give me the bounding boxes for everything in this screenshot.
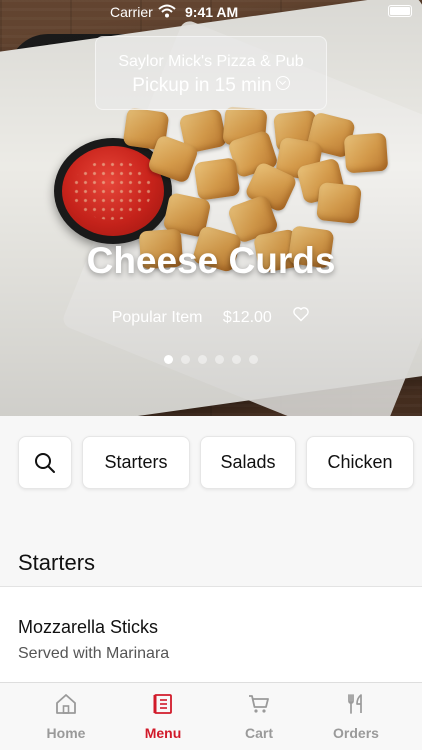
featured-title: Cheese Curds	[86, 240, 336, 281]
featured-price: $12.00	[222, 308, 272, 326]
category-chip-chicken[interactable]: Chicken	[306, 436, 414, 489]
category-chip-starters[interactable]: Starters	[82, 436, 190, 489]
search-button[interactable]	[18, 436, 72, 489]
carousel-dot[interactable]	[232, 355, 241, 364]
store-selector[interactable]: Saylor Mick's Pizza & Pub Pickup in 15 m…	[95, 36, 327, 110]
search-icon	[35, 452, 55, 473]
tab-bar: Home Menu Cart Orders	[0, 682, 422, 750]
status-bar: Carrier 9:41 AM	[0, 0, 422, 24]
featured-hero[interactable]: Carrier 9:41 AM Saylor Mick's Pizza & Pu…	[0, 0, 422, 416]
pickup-time[interactable]: Pickup in 15 min	[96, 75, 326, 97]
cart-icon	[249, 695, 269, 713]
wifi-icon	[158, 4, 176, 18]
popular-badge: Popular Item	[111, 308, 203, 326]
battery-icon	[388, 5, 412, 17]
heart-icon[interactable]	[292, 306, 310, 322]
carousel-dot[interactable]	[164, 355, 173, 364]
store-name: Saylor Mick's Pizza & Pub	[118, 53, 304, 70]
item-description: Served with Marinara	[18, 645, 170, 662]
tab-menu[interactable]: Menu	[115, 683, 211, 750]
home-icon	[56, 694, 76, 714]
featured-meta: Popular Item $12.00	[0, 306, 422, 327]
category-chip-salads[interactable]: Salads	[200, 436, 296, 489]
carousel-dot[interactable]	[249, 355, 258, 364]
list-item[interactable]: Mozzarella Sticks Served with Marinara	[0, 587, 422, 682]
clock: 9:41 AM	[185, 4, 239, 20]
carousel-dot[interactable]	[181, 355, 190, 364]
item-name: Mozzarella Sticks	[18, 617, 159, 637]
tab-orders[interactable]: Orders	[308, 683, 404, 750]
menu-icon	[153, 694, 172, 714]
carousel-dot[interactable]	[198, 355, 207, 364]
category-bar: Starters Salads Chicken	[0, 416, 422, 528]
carrier-label: Carrier	[110, 4, 153, 20]
section-title: Starters	[18, 550, 96, 575]
chevron-down-icon	[275, 76, 290, 90]
tab-cart[interactable]: Cart	[211, 683, 307, 750]
utensils-icon	[348, 694, 362, 714]
carousel-dot[interactable]	[215, 355, 224, 364]
carousel-pager[interactable]	[0, 351, 422, 369]
tab-home[interactable]: Home	[18, 683, 114, 750]
